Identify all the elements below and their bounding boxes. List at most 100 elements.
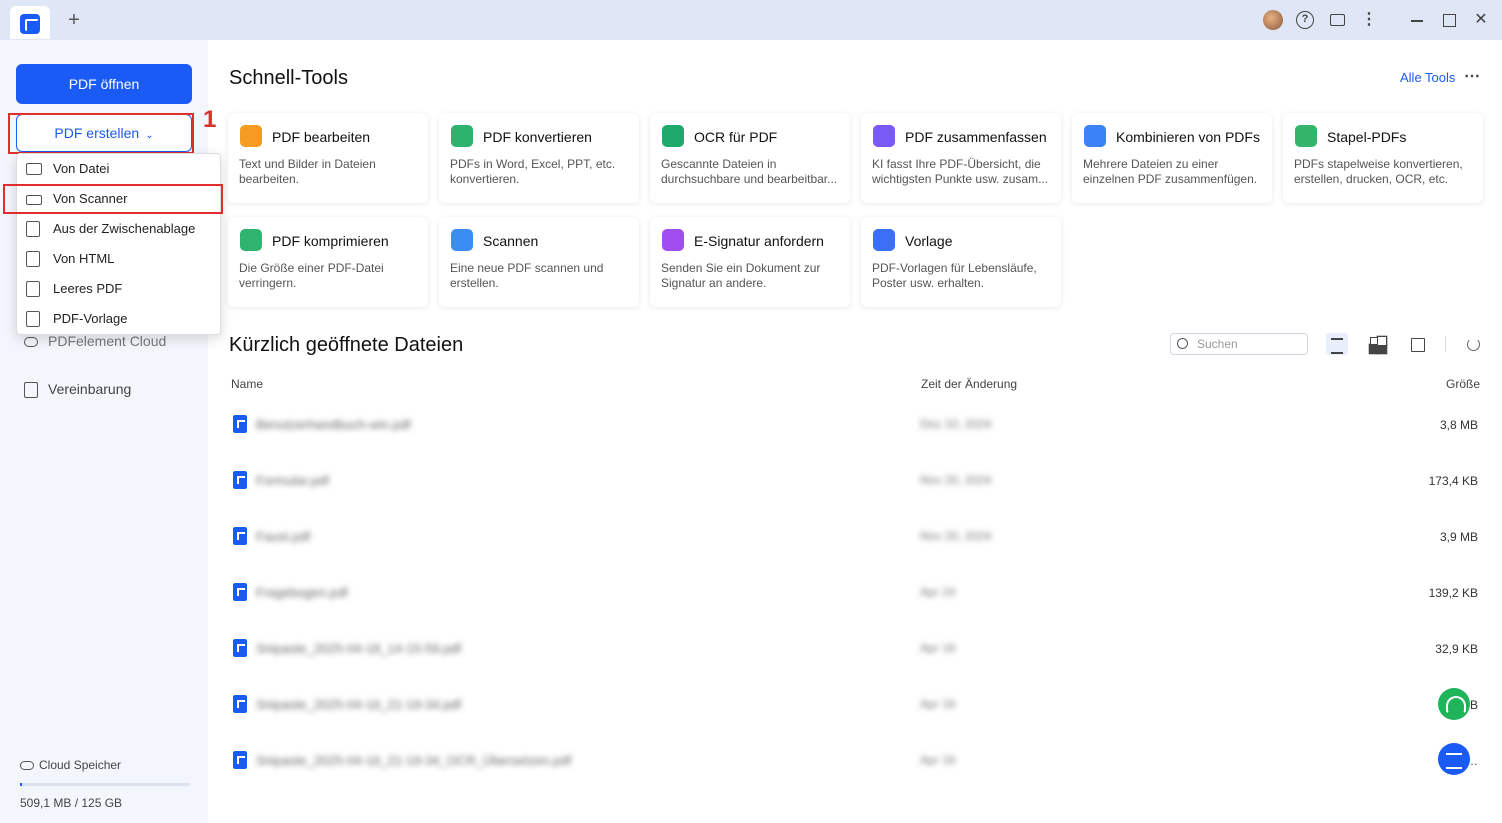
search-icon [1177,338,1188,349]
storage-progress-fill [20,783,22,786]
recent-files-title: Kürzlich geöffnete Dateien [229,334,464,356]
file-size: 139,2 KB [1428,586,1478,600]
quick-tools-title: Schnell-Tools [229,67,348,89]
tool-card-description: Text und Bilder in Dateien bearbeiten. [239,157,376,186]
esign-icon [662,229,684,251]
edit-pdf-icon [240,125,262,147]
file-row[interactable]: Fragebogen.pdf Apr 24 139,2 KB [228,571,1482,627]
sidebar-item-agreement-label: Vereinbarung [48,381,132,397]
summarize-icon [873,125,895,147]
tool-card-description: PDFs in Word, Excel, PPT, etc. konvertie… [450,157,616,186]
dropdown-item-label: Von Datei [53,161,110,176]
tool-card-combine[interactable]: Kombinieren von PDFs Mehrere Dateien zu e… [1072,113,1272,203]
combine-icon [1084,125,1106,147]
tool-card-title: Scannen [483,233,539,249]
pdf-file-icon [233,695,247,713]
close-window-icon[interactable]: ✕ [1472,11,1490,29]
tool-card-compress[interactable]: PDF komprimieren Die Größe einer PDF-Date… [228,217,428,307]
tool-card-description: Mehrere Dateien zu einer einzelnen PDF z… [1083,157,1258,186]
file-size: 3,9 MB [1439,530,1478,544]
file-size: 32,9 KB [1435,642,1478,656]
dropdown-item-label: Aus der Zwischenablage [53,221,196,236]
template-icon [26,311,40,327]
file-modified-date: Nov 20, 2024 [920,529,992,543]
file-row[interactable]: Snipaste_2025-04-16_21-19-34.pdfApr 16…B [228,683,1482,739]
step-2-highlight [3,184,223,214]
file-name: Faust.pdf [256,529,311,544]
title-bar: + ? ⋮ ✕ [0,0,1502,40]
sidebar-item-agreement[interactable]: Vereinbarung [24,378,131,400]
more-options-icon[interactable]: ⋯ [1464,66,1480,86]
dropdown-item-from-file[interactable]: Von Datei [17,154,220,184]
cloud-icon [24,337,38,348]
grid-view-icon[interactable] [1366,333,1388,355]
blank-file-icon [26,281,40,297]
dropdown-item-pdf-template[interactable]: PDF-Vorlage [17,304,220,334]
storage-progress-bar [20,783,190,786]
file-size: 3,8 MB [1439,418,1478,432]
file-row[interactable]: Snipaste_2025-04-18_14-15-59.pdf Apr 18 32… [228,627,1482,683]
file-modified-date: Nov 20, 2024 [920,473,992,487]
step-1-highlight [8,113,194,154]
tool-card-edit-pdf[interactable]: PDF bearbeiten Text und Bilder in Dateien… [228,113,428,203]
support-headset-icon[interactable] [1438,688,1470,720]
file-modified-date: Apr 24 [920,585,956,599]
toolbar-divider [1445,336,1446,352]
tool-card-scan[interactable]: Scannen Eine neue PDF scannen und erstell… [439,217,639,307]
column-header-time[interactable]: Zeit der Änderung [921,377,1017,391]
convert-pdf-icon [451,125,473,147]
new-tab-plus-icon[interactable]: + [64,10,84,30]
cloud-storage[interactable]: Cloud Speicher [20,758,121,772]
file-row[interactable]: Faust.pdf Nov 20, 2024 3,9 MB [228,515,1482,571]
ocr-icon [662,125,684,147]
cloud-storage-label: Cloud Speicher [39,758,122,772]
tool-card-title: PDF bearbeiten [272,129,371,145]
file-modified-date: Apr 18 [920,641,956,655]
file-size: 173,4 KB [1428,474,1478,488]
tool-card-esign[interactable]: E-Signatur anfordern Senden Sie ein Dokum… [650,217,850,307]
pdf-file-icon [233,751,247,769]
refresh-icon[interactable] [1462,333,1484,355]
maximize-icon[interactable] [1440,11,1458,29]
batch-icon [1295,125,1317,147]
tool-card-description: PDF-Vorlagen für Lebensläufe, Poster usw… [872,261,1037,290]
column-header-size[interactable]: Größe [1446,377,1480,391]
search-input[interactable]: Suchen [1170,333,1308,355]
tool-card-summarize[interactable]: PDF zusammenfassen KI fasst Ihre PDF-Über… [861,113,1061,203]
dropdown-item-from-clipboard[interactable]: Aus der Zwischenablage [17,214,220,244]
pdfelement-logo-icon [20,14,40,34]
floating-tools-icon[interactable] [1438,743,1470,775]
help-icon[interactable]: ? [1296,11,1314,29]
file-modified-date: Apr 16 [920,753,956,767]
list-view-icon[interactable] [1326,333,1348,355]
file-row[interactable]: Benutzerhandbuch-win.pdf Dez 10, 2024 3,8 … [228,403,1482,459]
tool-card-ocr[interactable]: OCR für PDF Gescannte Dateien in durchsuc… [650,113,850,203]
file-row[interactable]: Formular.pdf Nov 20, 2024 173,4 KB [228,459,1482,515]
pdf-file-icon [233,639,247,657]
dropdown-item-blank-pdf[interactable]: Leeres PDF [17,274,220,304]
app-home-tab[interactable] [10,6,50,39]
feedback-icon[interactable] [1328,11,1346,29]
column-header-name[interactable]: Name [231,377,263,391]
more-vertical-icon[interactable]: ⋮ [1360,11,1378,29]
tool-card-template[interactable]: Vorlage PDF-Vorlagen für Lebensläufe, Pos… [861,217,1061,307]
open-pdf-button[interactable]: PDF öffnen [16,64,192,104]
tool-card-convert-pdf[interactable]: PDF konvertieren PDFs in Word, Excel, PPT… [439,113,639,203]
minimize-icon[interactable] [1408,11,1426,29]
all-tools-link[interactable]: Alle Tools [1400,70,1455,85]
tool-card-description: KI fasst Ihre PDF-Übersicht, die wichtig… [872,157,1049,186]
pdf-file-icon [233,471,247,489]
sidebar-item-cloud-label: PDFelement Cloud [48,333,167,349]
dropdown-item-from-html[interactable]: Von HTML [17,244,220,274]
file-row[interactable]: Snipaste_2025-04-16_21-19-34_OCR_Überset… [228,739,1482,795]
file-modified-date: Apr 16 [920,697,956,711]
dropdown-item-label: Von HTML [53,251,115,266]
document-icon [24,382,38,399]
user-avatar[interactable] [1263,10,1283,30]
tool-card-title: OCR für PDF [694,129,778,145]
tool-card-description: Die Größe einer PDF-Datei verringern. [239,261,384,290]
pdf-file-icon [233,415,247,433]
tool-card-batch[interactable]: Stapel-PDFs PDFs stapelweise konvertieren… [1283,113,1483,203]
trash-icon[interactable] [1406,333,1428,355]
tool-card-title: Stapel-PDFs [1327,129,1407,145]
